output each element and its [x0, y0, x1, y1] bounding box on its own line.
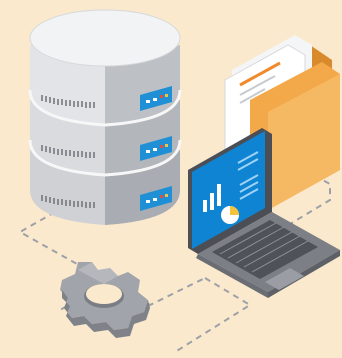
data-infrastructure-illustration — [17, 9, 340, 353]
database-server-icon — [28, 9, 182, 225]
gear-icon — [60, 262, 150, 338]
